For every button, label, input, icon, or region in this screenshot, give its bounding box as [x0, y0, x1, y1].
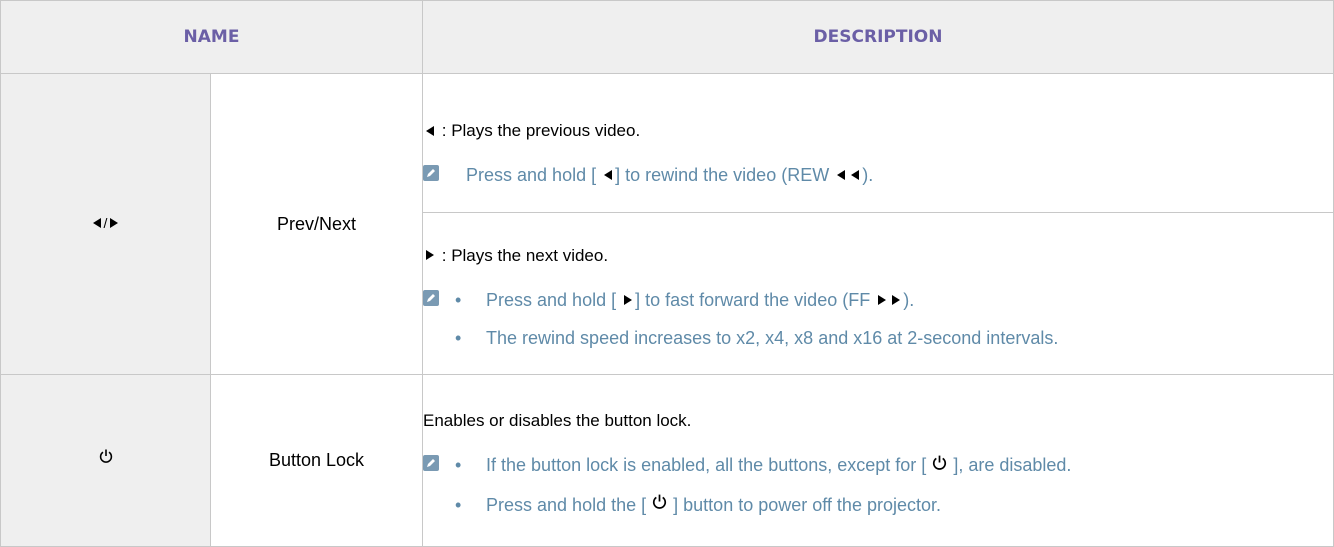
power-icon — [98, 448, 114, 469]
prev-description: : Plays the previous video. Press and ho… — [422, 73, 1334, 213]
name-header: NAME — [0, 0, 424, 74]
left-triangle-icon — [851, 170, 860, 181]
bullet-text-part: ] button to power off the projector. — [673, 494, 941, 515]
power-icon — [651, 492, 668, 516]
next-lead: : Plays the next video. — [423, 244, 1333, 268]
prev-lead: : Plays the previous video. — [423, 119, 1333, 143]
list-item: Press and hold the [ ] button to power o… — [455, 493, 1333, 518]
header-row: NAME DESCRIPTION — [0, 0, 1334, 74]
button-lock-name: Button Lock — [209, 374, 424, 547]
bullet-text-part: ] to fast forward the video (FF — [635, 289, 871, 310]
next-lead-text: : Plays the next video. — [441, 245, 609, 265]
bullet-text-part: Press and hold [ — [486, 289, 617, 310]
note-text-part: ] to rewind the video (REW — [615, 165, 830, 185]
lock-lead: Enables or disables the button lock. — [423, 411, 692, 431]
bullet-text-part: ). — [903, 289, 915, 310]
button-lock-bullets: If the button lock is enabled, all the b… — [423, 453, 1333, 518]
list-item: If the button lock is enabled, all the b… — [455, 453, 1333, 478]
note-icon — [423, 289, 440, 306]
bullet-text-part: If the button lock is enabled, all the b… — [486, 455, 927, 476]
power-icon-cell — [0, 374, 211, 547]
rewind-note: Press and hold [ ] to rewind the video (… — [423, 163, 1333, 187]
bullet-text-part: ], are disabled. — [953, 455, 1072, 476]
lock-description: Enables or disables the button lock. If … — [422, 374, 1334, 547]
list-item: Press and hold [ ] to fast forward the v… — [455, 288, 1333, 312]
left-triangle-icon — [837, 170, 846, 181]
button-spec-table: NAME DESCRIPTION / Prev/Next : Plays the… — [0, 0, 1334, 547]
fast-forward-bullets: Press and hold [ ] to fast forward the v… — [423, 288, 1333, 350]
prev-next-icon-cell: / — [0, 73, 211, 375]
left-triangle-icon — [604, 170, 613, 181]
list-item: The rewind speed increases to x2, x4, x8… — [455, 326, 1333, 350]
prev-next-name: Prev/Next — [209, 73, 424, 375]
right-triangle-icon — [110, 217, 119, 228]
power-icon — [931, 453, 948, 477]
prev-lead-text: : Plays the previous video. — [441, 121, 641, 140]
right-triangle-icon — [624, 294, 633, 305]
left-triangle-icon — [426, 125, 435, 136]
fast-forward-note: Press and hold [ ] to fast forward the v… — [423, 288, 1333, 350]
table-row: Button Lock Enables or disables the butt… — [0, 374, 1334, 547]
icon-separator: / — [103, 215, 108, 231]
right-triangle-icon — [878, 294, 887, 305]
right-triangle-icon — [426, 250, 435, 261]
note-text-part: ). — [862, 165, 874, 185]
button-lock-note: If the button lock is enabled, all the b… — [423, 453, 1333, 518]
description-header: DESCRIPTION — [422, 0, 1334, 74]
right-triangle-icon — [892, 294, 901, 305]
next-description: : Plays the next video. Press and hold [… — [422, 212, 1334, 375]
rewind-note-text: Press and hold [ ] to rewind the video (… — [423, 163, 1333, 187]
left-triangle-icon — [92, 217, 101, 228]
table-row: / Prev/Next : Plays the previous video. … — [0, 73, 1334, 375]
note-text-part: Press and hold [ — [466, 165, 597, 185]
note-icon — [423, 455, 440, 472]
note-icon — [423, 165, 440, 181]
bullet-text: The rewind speed increases to x2, x4, x8… — [486, 327, 1059, 348]
bullet-text-part: Press and hold the [ — [486, 494, 647, 515]
